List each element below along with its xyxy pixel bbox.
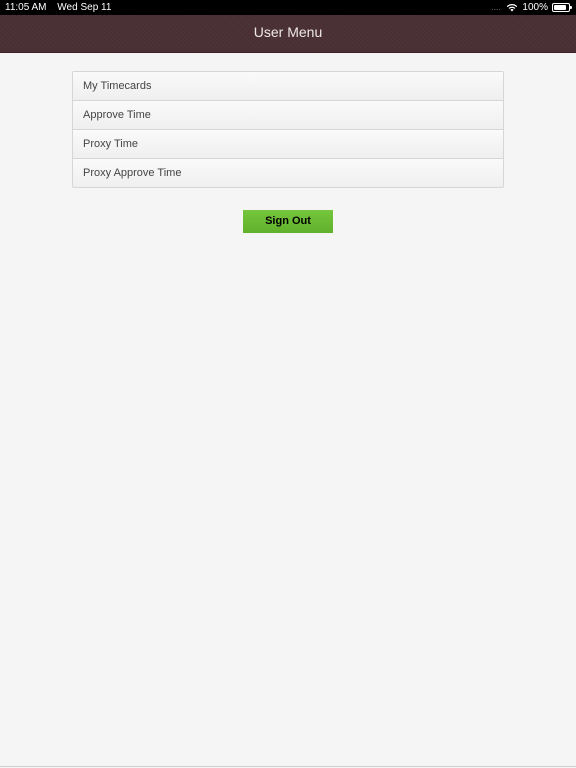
sign-out-button[interactable]: Sign Out [243,210,333,233]
nav-bar: User Menu [0,15,576,53]
menu-item-approve-time[interactable]: Approve Time [73,101,503,130]
status-left: 11:05 AM Wed Sep 11 [5,0,111,15]
battery-fill [554,5,566,10]
status-date: Wed Sep 11 [57,2,112,13]
menu-item-proxy-time[interactable]: Proxy Time [73,130,503,159]
page-title: User Menu [253,24,323,40]
status-time: 11:05 AM [5,2,47,13]
user-menu-list: My Timecards Approve Time Proxy Time Pro… [72,71,504,188]
battery-tip [570,6,572,9]
wifi-icon [507,4,518,12]
menu-item-my-timecards[interactable]: My Timecards [73,72,503,101]
signal-indicator: .... [491,3,501,12]
battery-icon [552,3,572,12]
menu-item-proxy-approve-time[interactable]: Proxy Approve Time [73,159,503,187]
battery-percent: 100% [522,2,548,13]
bottom-divider [0,766,576,767]
status-right: .... 100% [492,0,572,15]
status-bar: 11:05 AM Wed Sep 11 .... 100% [0,0,576,15]
